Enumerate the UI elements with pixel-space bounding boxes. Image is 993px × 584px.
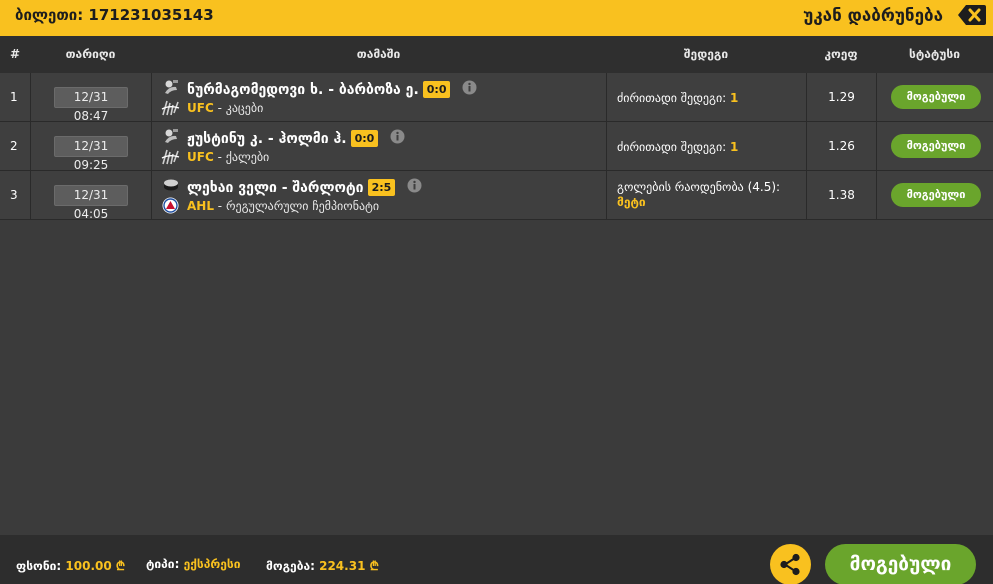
table-row: 1 12/31 08:47 ნურმაგომედოვი ხ. - ბარბოზა… <box>0 73 993 123</box>
league-name: UFC <box>187 150 214 164</box>
result-label: ძირითადი შედეგი: <box>617 91 731 105</box>
coef-value: 1.26 <box>806 122 876 170</box>
won-status-button[interactable]: მოგებული <box>825 544 976 584</box>
hockey-puck-icon <box>162 176 180 193</box>
game-cell: ჟუსტინუ კ. - ჰოლმი ჰ. 0:0 UFC - ქალები <box>151 122 606 170</box>
result-label: გოლების რაოდენობა (4.5): <box>617 180 781 194</box>
result-value: მეტი <box>617 195 646 209</box>
table-row: 2 12/31 09:25 ჟუსტინუ კ. - ჰოლმი ჰ. 0:0 U… <box>0 122 993 172</box>
win-info: მოგება: 224.31 ₾ <box>266 557 379 574</box>
row-number: 2 <box>10 139 18 153</box>
fight-icon <box>162 127 180 144</box>
score-badge: 0:0 <box>350 130 379 147</box>
result-value: 1 <box>730 91 739 105</box>
stake-info: ფსონი: 100.00 ₾ <box>16 557 125 574</box>
info-icon[interactable] <box>407 178 422 193</box>
result-line: ძირითადი შედეგი: 1 <box>617 91 738 105</box>
status-badge: მოგებული <box>891 134 981 158</box>
fight-icon <box>162 78 180 95</box>
row-number: 1 <box>10 90 18 104</box>
league-category: - კაცები <box>213 101 264 115</box>
coef-value: 1.29 <box>806 73 876 121</box>
ahl-icon <box>161 197 180 214</box>
stake-value: 100.00 ₾ <box>65 559 126 573</box>
match-line: ნურმაგომედოვი ხ. - ბარბოზა ე. 0:0 <box>187 80 477 98</box>
win-value: 224.31 ₾ <box>319 559 379 573</box>
top-bar: ბილეთი: 171231035143 უკან დაბრუნება <box>0 0 993 36</box>
win-label: მოგება: <box>266 559 315 573</box>
match-name[interactable]: ნურმაგომედოვი ხ. - ბარბოზა ე. <box>187 82 419 98</box>
date-badge: 12/31 04:05 <box>54 185 128 221</box>
row-number: 3 <box>10 188 18 202</box>
result-value: 1 <box>730 140 739 154</box>
game-cell: ლეხაი ველი - შარლოტი 2:5 AHL - რეგულარული… <box>151 171 606 219</box>
stake-label: ფსონი: <box>16 559 62 573</box>
league-line: AHL - რეგულარული ჩემპიონატი <box>187 199 379 213</box>
col-number: # <box>9 47 21 61</box>
back-link[interactable]: უკან დაბრუნება <box>803 6 943 26</box>
ufc-icon <box>161 99 180 116</box>
col-result: შედეგი <box>683 47 729 61</box>
type-value: ექსპრესი <box>183 557 241 571</box>
info-icon[interactable] <box>390 129 405 144</box>
score-badge: 0:0 <box>422 81 451 98</box>
coef-value: 1.38 <box>806 171 876 219</box>
league-line: UFC - ქალები <box>187 150 269 164</box>
status-cell: მოგებული <box>876 171 993 219</box>
match-line: ჟუსტინუ კ. - ჰოლმი ჰ. 0:0 <box>187 129 405 147</box>
type-info: ტიპი: ექსპრესი <box>146 557 241 571</box>
status-badge: მოგებული <box>891 85 981 109</box>
date-badge: 12/31 09:25 <box>54 136 128 172</box>
col-date: თარიღი <box>65 47 116 61</box>
status-cell: მოგებული <box>876 73 993 121</box>
date-badge: 12/31 08:47 <box>54 87 128 123</box>
status-cell: მოგებული <box>876 122 993 170</box>
date-cell: 12/31 09:25 <box>30 122 151 172</box>
status-badge: მოგებული <box>891 183 981 207</box>
share-icon[interactable] <box>770 544 811 584</box>
match-name[interactable]: ჟუსტინუ კ. - ჰოლმი ჰ. <box>187 131 347 147</box>
date-cell: 12/31 04:05 <box>30 171 151 221</box>
result-cell: ძირითადი შედეგი: 1 <box>606 122 806 170</box>
league-name: UFC <box>187 101 214 115</box>
col-coef: კოეფ <box>824 47 858 61</box>
ufc-icon <box>161 148 180 165</box>
league-line: UFC - კაცები <box>187 101 263 115</box>
score-badge: 2:5 <box>367 179 396 196</box>
league-name: AHL <box>187 199 214 213</box>
league-category: - ქალები <box>213 150 270 164</box>
result-cell: გოლების რაოდენობა (4.5): მეტი <box>606 171 806 219</box>
result-label: ძირითადი შედეგი: <box>617 140 731 154</box>
type-label: ტიპი: <box>146 557 180 571</box>
col-status: სტატუსი <box>909 47 960 61</box>
close-backspace-icon[interactable] <box>957 3 987 27</box>
match-name[interactable]: ლეხაი ველი - შარლოტი <box>187 180 364 196</box>
table-row: 3 12/31 04:05 ლეხაი ველი - შარლოტი 2:5 AH… <box>0 171 993 221</box>
info-icon[interactable] <box>462 80 477 95</box>
col-game: თამაში <box>356 47 401 61</box>
table-header: # თარიღი თამაში შედეგი კოეფ სტატუსი <box>0 36 993 73</box>
result-cell: ძირითადი შედეგი: 1 <box>606 73 806 121</box>
date-cell: 12/31 08:47 <box>30 73 151 123</box>
bet-table-body: 1 12/31 08:47 ნურმაგომედოვი ხ. - ბარბოზა… <box>0 73 993 221</box>
ticket-number: ბილეთი: 171231035143 <box>15 6 214 24</box>
league-category: - რეგულარული ჩემპიონატი <box>213 199 380 213</box>
match-line: ლეხაი ველი - შარლოტი 2:5 <box>187 178 422 196</box>
game-cell: ნურმაგომედოვი ხ. - ბარბოზა ე. 0:0 UFC - კ… <box>151 73 606 121</box>
result-line: ძირითადი შედეგი: 1 <box>617 140 738 154</box>
